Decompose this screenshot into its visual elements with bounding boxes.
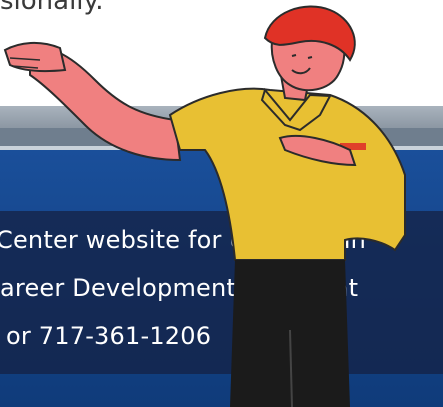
- caption-line-2: areer Development Center at: [0, 274, 359, 302]
- caption-line-3: or 717-361-1206: [6, 322, 212, 350]
- board-rail: [0, 146, 443, 150]
- partial-heading-text: sionally.: [0, 0, 104, 16]
- board-frame-top: [0, 106, 443, 128]
- hair: [263, 5, 356, 62]
- caption-line-1: Center website for updates an: [0, 226, 367, 254]
- head: [270, 15, 346, 92]
- left-hand: [3, 42, 67, 73]
- board-frame-inner: [0, 128, 443, 146]
